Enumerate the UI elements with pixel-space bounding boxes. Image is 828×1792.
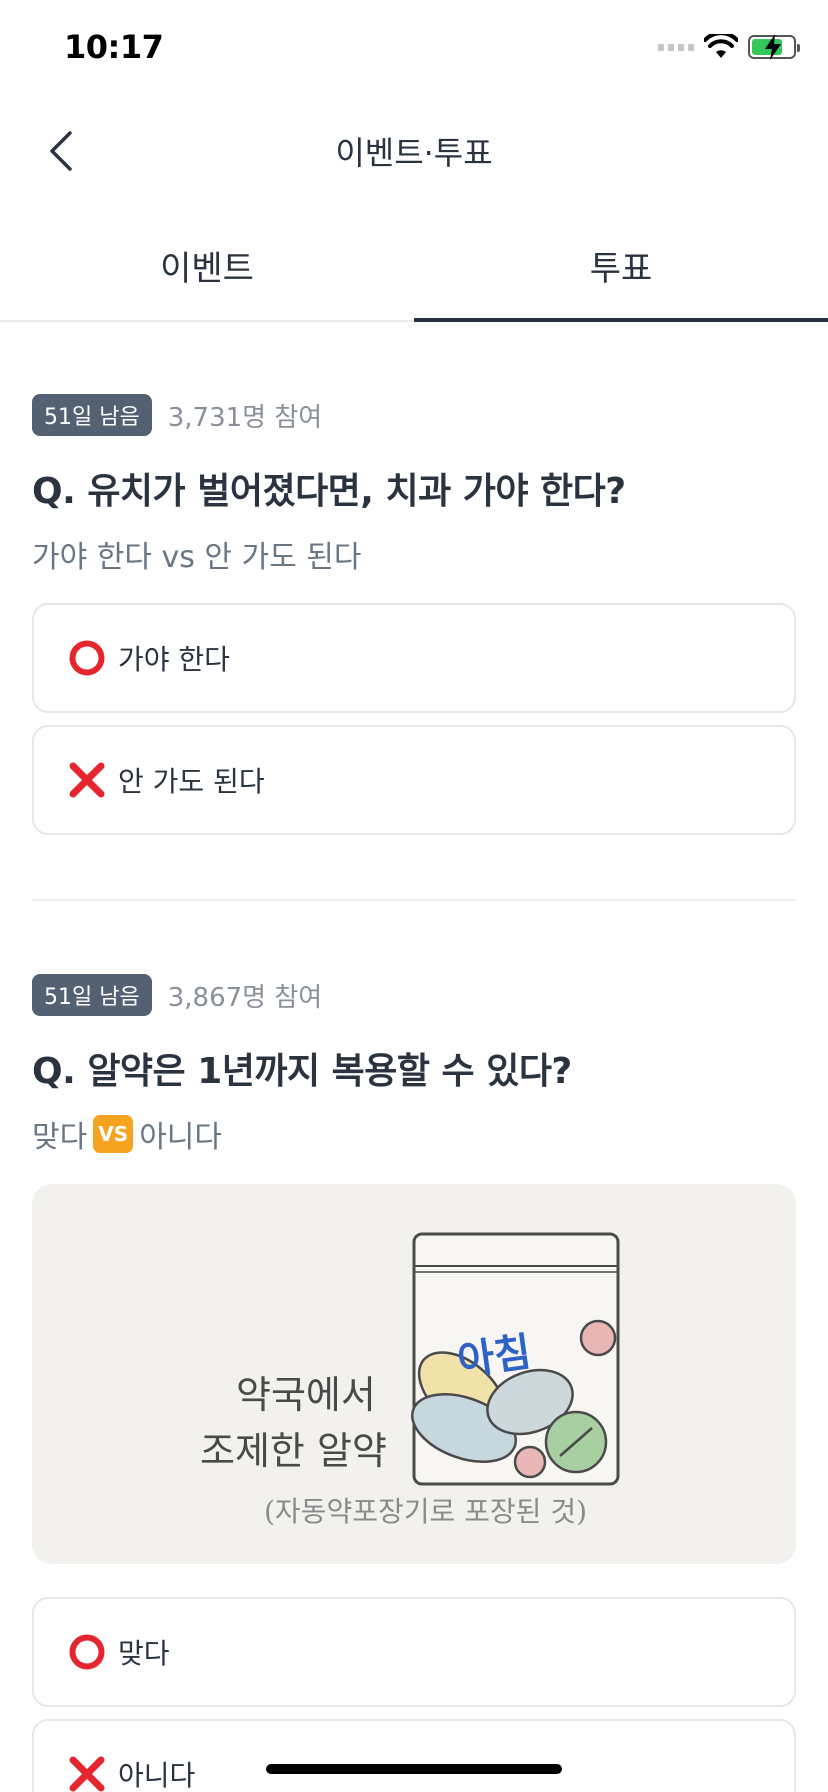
poll-meta: 51일 남음 3,731명 참여: [32, 394, 796, 436]
illustration-note: (자동약포장기로 포장된 것): [264, 1495, 588, 1528]
red-circle-icon: [68, 639, 106, 677]
pill-illustration: 아침 약국에서 조제한 알약 (자동약포장기로 포장된 것): [32, 1184, 796, 1564]
bag-label: 아침: [454, 1329, 535, 1385]
section-divider: [32, 899, 796, 901]
days-left-badge: 51일 남음: [32, 394, 152, 436]
poll-card: 51일 남음 3,867명 참여 Q. 알약은 1년까지 복용할 수 있다? 맞…: [32, 974, 796, 1156]
vote-option-no[interactable]: 아니다: [32, 1719, 796, 1792]
navigation-bar: 이벤트·투표: [0, 96, 828, 206]
red-x-icon: [68, 761, 106, 799]
poll-question: Q. 알약은 1년까지 복용할 수 있다?: [32, 1051, 572, 1092]
subtitle-right: 아니다: [139, 1120, 223, 1155]
wifi-icon: [704, 34, 738, 58]
poll-card: 51일 남음 3,731명 참여 Q. 유치가 벌어졌다면, 치과 가야 한다?…: [32, 394, 796, 576]
tab-votes[interactable]: 투표: [414, 210, 828, 322]
red-x-icon: [68, 1755, 106, 1792]
vs-icon: VS: [93, 1115, 134, 1153]
days-left-badge: 51일 남음: [32, 974, 152, 1016]
option-label: 안 가도 된다: [118, 765, 265, 798]
red-circle-icon: [68, 1633, 106, 1671]
vote-option-yes[interactable]: 맞다: [32, 1597, 796, 1707]
subtitle-left: 맞다: [32, 1120, 88, 1155]
tab-events[interactable]: 이벤트: [0, 210, 414, 320]
tab-bar: 이벤트 투표: [0, 210, 828, 322]
status-bar: 10:17: [0, 0, 828, 96]
illustration-line1: 약국에서: [236, 1373, 376, 1417]
participant-count: 3,867명 참여: [167, 982, 323, 1013]
illustration-line2: 조제한 알약: [200, 1429, 387, 1473]
status-time: 10:17: [64, 28, 164, 66]
poll-meta: 51일 남음 3,867명 참여: [32, 974, 796, 1016]
battery-icon: [748, 34, 800, 60]
home-indicator: [266, 1764, 562, 1774]
vote-option-no[interactable]: 안 가도 된다: [32, 725, 796, 835]
option-label: 맞다: [118, 1637, 170, 1670]
option-label: 아니다: [118, 1759, 196, 1792]
poll-subtitle: 가야 한다 vs 안 가도 된다: [32, 540, 362, 575]
cellular-signal-icon: [658, 43, 694, 51]
poll-question: Q. 유치가 벌어졌다면, 치과 가야 한다?: [32, 471, 626, 512]
poll-subtitle: 맞다 VS 아니다: [32, 1112, 796, 1156]
status-icons: [658, 34, 800, 60]
option-label: 가야 한다: [118, 643, 230, 676]
page-title: 이벤트·투표: [335, 134, 493, 172]
vote-option-yes[interactable]: 가야 한다: [32, 603, 796, 713]
participant-count: 3,731명 참여: [167, 402, 323, 433]
